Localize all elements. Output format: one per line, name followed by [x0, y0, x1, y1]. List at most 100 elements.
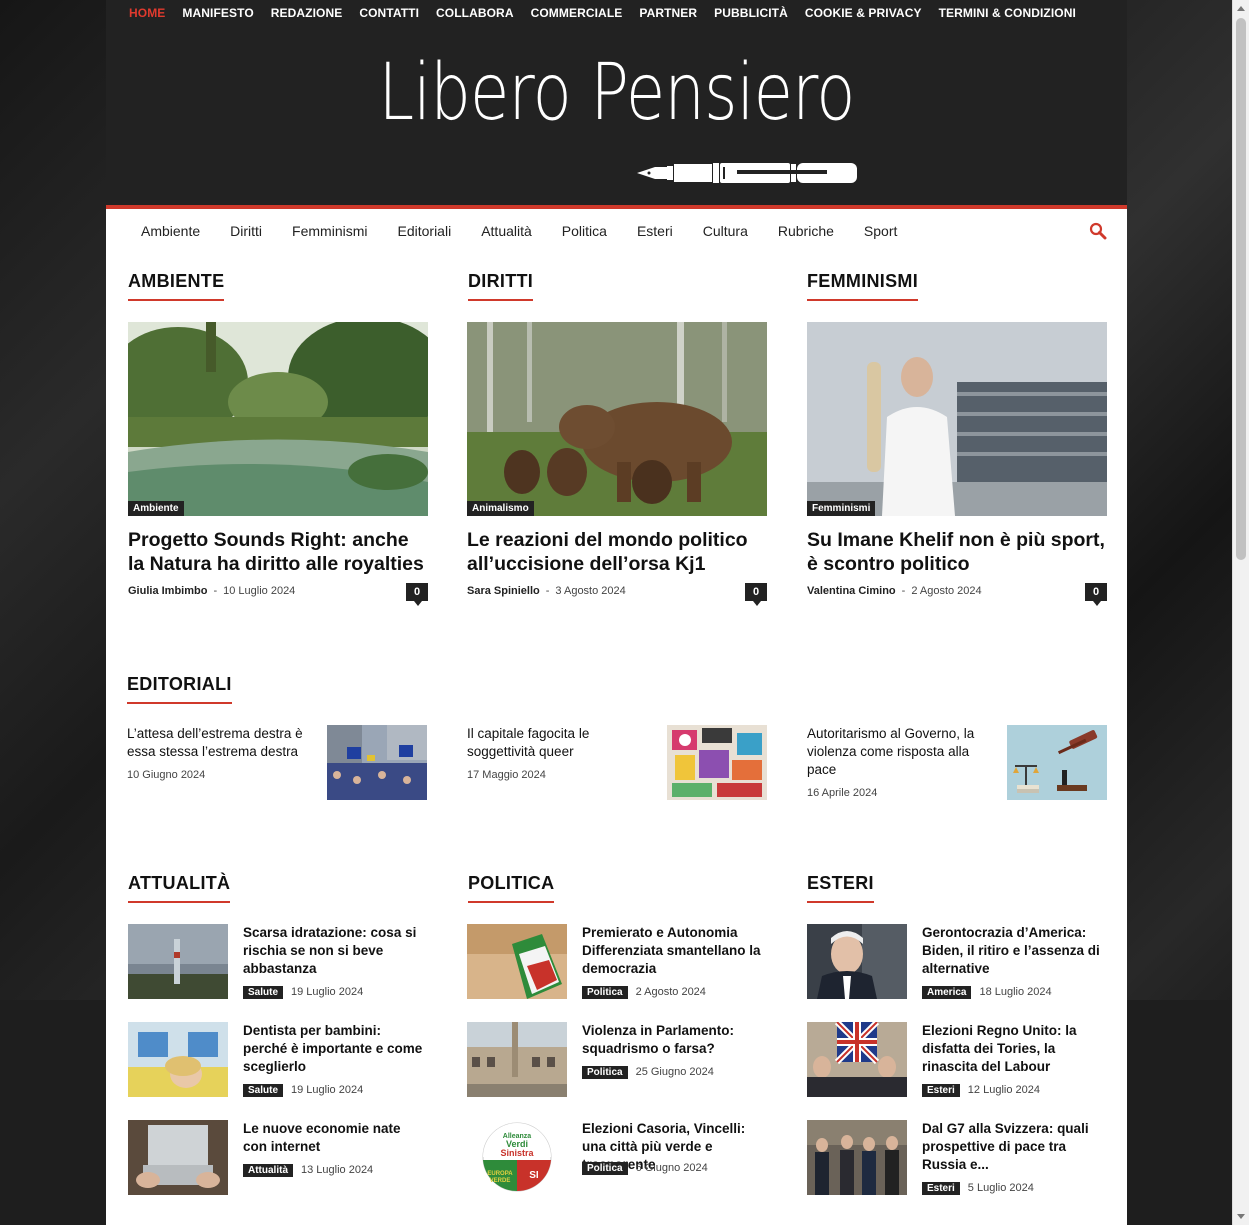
topnav-manifesto[interactable]: MANIFESTO [182, 6, 253, 20]
main-nav: Ambiente Diritti Femminismi Editoriali A… [106, 209, 1127, 252]
list-date: 2 Agosto 2024 [635, 986, 706, 998]
scrollbar-thumb[interactable] [1236, 18, 1246, 560]
title-underline [468, 901, 555, 903]
topnav-home[interactable]: HOME [129, 6, 165, 20]
nav-diritti[interactable]: Diritti [230, 223, 262, 239]
section-title-politica[interactable]: POLITICA [468, 873, 555, 903]
river-image [128, 322, 428, 516]
list-meta: Politica 2 Agosto 2024 [582, 986, 706, 999]
nav-sport[interactable]: Sport [864, 223, 897, 239]
list-title[interactable]: Dentista per bambini: perché è important… [243, 1022, 428, 1076]
dentist-image [128, 1022, 228, 1097]
editorial-title[interactable]: Autoritarismo al Governo, la violenza co… [807, 725, 992, 779]
title-underline [128, 299, 225, 301]
list-title[interactable]: Premierato e Autonomia Differenziata sma… [582, 924, 767, 978]
scroll-down-arrow-icon[interactable] [1237, 1214, 1245, 1219]
search-icon[interactable] [1089, 222, 1107, 240]
nav-politica[interactable]: Politica [562, 223, 607, 239]
editorial-thumbnail[interactable] [327, 725, 427, 800]
list-thumbnail[interactable] [128, 1120, 228, 1195]
editorial-title[interactable]: L’attesa dell’estrema destra è essa stes… [127, 725, 312, 761]
section-title-editoriali[interactable]: EDITORIALI [127, 674, 232, 704]
category-tag[interactable]: Politica [582, 1066, 628, 1079]
category-tag[interactable]: Salute [243, 1084, 284, 1097]
editorial-thumbnail[interactable] [667, 725, 767, 800]
article-author[interactable]: Valentina Cimino [807, 585, 896, 597]
list-thumbnail[interactable] [807, 1022, 907, 1097]
article-author[interactable]: Giulia Imbimbo [128, 585, 207, 597]
list-thumbnail[interactable] [807, 1120, 907, 1195]
topnav-contatti[interactable]: CONTATTI [359, 6, 419, 20]
nav-femminismi[interactable]: Femminismi [292, 223, 367, 239]
list-meta: Salute 19 Luglio 2024 [243, 1084, 363, 1097]
editorial-thumbnail[interactable] [1007, 725, 1107, 800]
site-logo[interactable]: Libero Pensiero [198, 48, 1035, 138]
article-title[interactable]: Progetto Sounds Right: anche la Natura h… [128, 528, 428, 576]
list-thumbnail[interactable] [467, 1022, 567, 1097]
comment-count-badge[interactable]: 0 [406, 583, 428, 606]
topnav-cookie-privacy[interactable]: COOKIE & PRIVACY [805, 6, 922, 20]
category-tag[interactable]: Salute [243, 986, 284, 999]
topnav-commerciale[interactable]: COMMERCIALE [531, 6, 623, 20]
category-tag[interactable]: America [922, 986, 972, 999]
list-title[interactable]: Gerontocrazia d’America: Biden, il ritir… [922, 924, 1107, 978]
category-badge[interactable]: Ambiente [128, 501, 184, 516]
comment-count-badge[interactable]: 0 [1085, 583, 1107, 606]
topnav-termini[interactable]: TERMINI & CONDIZIONI [939, 6, 1076, 20]
article-image-river[interactable]: Ambiente [128, 322, 428, 516]
section-title-diritti[interactable]: DIRITTI [468, 271, 534, 301]
svg-text:EUROPA: EUROPA [487, 1171, 513, 1177]
list-meta: America 18 Luglio 2024 [922, 986, 1052, 999]
list-title[interactable]: Scarsa idratazione: cosa si rischia se n… [243, 924, 428, 978]
vertical-scrollbar[interactable] [1232, 0, 1249, 1225]
list-date: 12 Luglio 2024 [967, 1084, 1040, 1096]
section-title-esteri[interactable]: ESTERI [807, 873, 874, 903]
list-date: 19 Luglio 2024 [291, 986, 364, 998]
list-item: Violenza in Parlamento: squadrismo o far… [467, 1022, 767, 1100]
article-title[interactable]: Le reazioni del mondo politico all’uccis… [467, 528, 767, 576]
article-title[interactable]: Su Imane Khelif non è più sport, è scont… [807, 528, 1107, 576]
list-title[interactable]: Violenza in Parlamento: squadrismo o far… [582, 1022, 767, 1058]
list-thumbnail[interactable] [467, 924, 567, 999]
category-tag[interactable]: Esteri [922, 1084, 960, 1097]
article-author[interactable]: Sara Spiniello [467, 585, 540, 597]
list-thumbnail[interactable] [128, 1022, 228, 1097]
category-tag[interactable]: Politica [582, 1162, 628, 1175]
nav-editoriali[interactable]: Editoriali [398, 223, 452, 239]
topnav-redazione[interactable]: REDAZIONE [271, 6, 343, 20]
list-meta: Politica 6 Giugno 2024 [582, 1162, 708, 1175]
category-tag[interactable]: Esteri [922, 1182, 960, 1195]
category-tag[interactable]: Politica [582, 986, 628, 999]
nav-ambiente[interactable]: Ambiente [141, 223, 200, 239]
category-badge[interactable]: Femminismi [807, 501, 876, 516]
section-title-attualita[interactable]: ATTUALITÀ [128, 873, 231, 903]
article-image-bears[interactable]: Animalismo [467, 322, 767, 516]
list-thumbnail[interactable] [128, 924, 228, 999]
category-tag[interactable]: Attualità [243, 1164, 293, 1177]
list-item: Elezioni Regno Unito: la disfatta dei To… [807, 1022, 1107, 1100]
list-title[interactable]: Dal G7 alla Svizzera: quali prospettive … [922, 1120, 1107, 1174]
dry-field-image [128, 924, 228, 999]
editorial-title[interactable]: Il capitale fagocita le soggettività que… [467, 725, 652, 761]
list-title[interactable]: Le nuove economie nate con internet [243, 1120, 428, 1156]
topnav-collabora[interactable]: COLLABORA [436, 6, 514, 20]
list-thumbnail[interactable]: Alleanza Verdi Sinistra EUROPA VERDE SI [467, 1120, 567, 1195]
scroll-up-arrow-icon[interactable] [1237, 6, 1245, 11]
nav-attualita[interactable]: Attualità [481, 223, 532, 239]
topnav-partner[interactable]: PARTNER [639, 6, 697, 20]
nav-esteri[interactable]: Esteri [637, 223, 673, 239]
editorial-item: L’attesa dell’estrema destra è essa stes… [127, 725, 427, 801]
category-badge[interactable]: Animalismo [467, 501, 534, 516]
comment-count-badge[interactable]: 0 [745, 583, 767, 606]
section-title-femminismi[interactable]: FEMMINISMI [807, 271, 918, 301]
list-thumbnail[interactable] [807, 924, 907, 999]
torchbearer-image [807, 322, 1107, 516]
nav-cultura[interactable]: Cultura [703, 223, 748, 239]
editorial-date: 16 Aprile 2024 [807, 787, 878, 799]
title-underline [468, 299, 534, 301]
list-title[interactable]: Elezioni Regno Unito: la disfatta dei To… [922, 1022, 1107, 1076]
article-image-torch[interactable]: Femminismi [807, 322, 1107, 516]
section-title-ambiente[interactable]: AMBIENTE [128, 271, 225, 301]
nav-rubriche[interactable]: Rubriche [778, 223, 834, 239]
topnav-pubblicita[interactable]: PUBBLICITÀ [714, 6, 788, 20]
